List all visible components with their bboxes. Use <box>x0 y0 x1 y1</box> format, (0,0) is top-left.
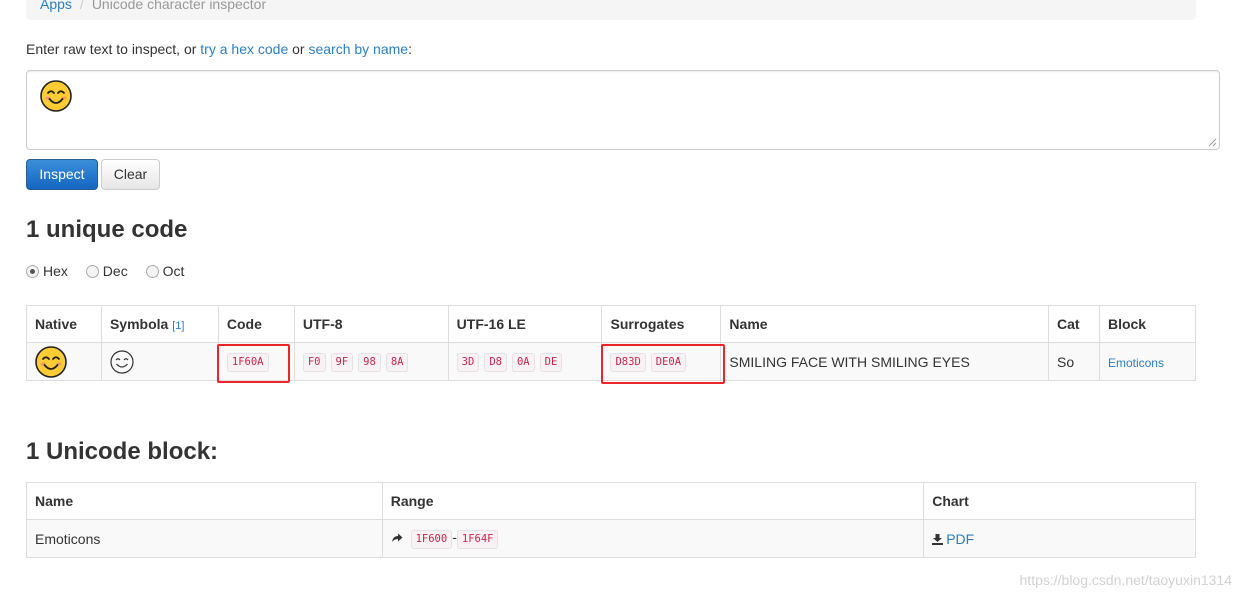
utf8-byte: 8A <box>385 352 409 372</box>
intro-text: Enter raw text to inspect, or try a hex … <box>26 41 412 57</box>
utf16-byte: DE <box>539 352 563 372</box>
col-block: Block <box>1098 305 1197 343</box>
col-code: Code <box>217 305 295 343</box>
utf16-byte: 3D <box>456 352 480 372</box>
col-native: Native <box>26 305 102 343</box>
watermark: https://blog.csdn.net/taoyuxin1314 <box>1019 572 1232 588</box>
radio-unchecked-icon <box>85 265 99 278</box>
utf16-byte: 0A <box>511 352 535 372</box>
search-by-name-link[interactable]: search by name <box>308 41 408 57</box>
chart-cell: PDF <box>923 519 1196 558</box>
codes-table-header: Native Symbola [1] Code UTF-8 UTF-16 LE … <box>26 305 1197 343</box>
radio-hex-label: Hex <box>43 263 68 279</box>
radio-checked-icon <box>26 265 39 278</box>
blocks-table-header: Name Range Chart <box>26 482 1196 520</box>
symbola-footnote-link[interactable]: [1] <box>172 320 184 332</box>
smiling-face-outline-icon <box>110 349 134 374</box>
text-input[interactable] <box>26 70 1220 150</box>
block-link[interactable]: Emoticons <box>1108 356 1164 370</box>
col-cat: Cat <box>1047 305 1100 343</box>
smiling-face-emoji-icon <box>35 345 67 378</box>
intro-suffix: : <box>408 41 412 57</box>
col-symbola: Symbola [1] <box>100 305 219 343</box>
intro-prefix: Enter raw text to inspect, or <box>26 41 201 57</box>
col-range: Range <box>381 482 925 520</box>
breadcrumb-apps-link[interactable]: Apps <box>40 0 72 12</box>
breadcrumb-separator: / <box>79 0 84 12</box>
intro-middle: or <box>288 41 309 57</box>
inspect-button[interactable]: Inspect <box>26 159 98 190</box>
block-cell: Emoticons <box>1098 342 1197 381</box>
radio-oct[interactable]: Oct <box>145 263 185 279</box>
radio-dec[interactable]: Dec <box>85 263 128 279</box>
unicode-blocks-heading: 1 Unicode block: <box>26 438 219 465</box>
highlight-box-surrogates <box>601 344 725 384</box>
col-block-name: Name <box>26 482 383 520</box>
breadcrumb: Apps / Unicode character inspector <box>26 0 1196 20</box>
radio-hex[interactable]: Hex <box>26 263 68 279</box>
download-icon <box>932 533 944 545</box>
pdf-chart-link[interactable]: PDF <box>946 531 974 547</box>
table-row: Emoticons 1F600-1F64F PDF <box>26 519 1196 558</box>
utf8-byte: 98 <box>358 352 381 372</box>
col-surrogates: Surrogates <box>601 305 722 343</box>
char-name: SMILING FACE WITH SMILING EYES <box>720 342 1049 381</box>
hex-code-link[interactable]: try a hex code <box>200 41 288 57</box>
col-name: Name <box>720 305 1049 343</box>
symbola-glyph <box>100 342 219 381</box>
native-glyph <box>26 342 102 381</box>
utf8-byte: 9F <box>330 352 354 372</box>
col-utf8: UTF-8 <box>293 305 449 343</box>
radio-unchecked-icon <box>145 265 159 278</box>
share-arrow-icon[interactable] <box>391 529 407 545</box>
utf8-byte: F0 <box>302 352 326 372</box>
radix-selector: Hex Dec Oct <box>26 263 198 279</box>
block-name: Emoticons <box>26 519 383 558</box>
range-start: 1F600 <box>410 529 453 549</box>
utf8-cell: F0 9F 98 8A <box>293 342 449 381</box>
utf16-byte: D8 <box>484 352 507 372</box>
col-chart: Chart <box>923 482 1196 520</box>
smiling-face-emoji-icon <box>40 80 72 112</box>
col-symbola-label: Symbola <box>109 316 169 332</box>
breadcrumb-current: Unicode character inspector <box>91 0 267 12</box>
utf16-cell: 3D D8 0A DE <box>447 342 603 381</box>
unique-codes-heading: 1 unique code <box>26 216 188 243</box>
blocks-table: Name Range Chart Emoticons 1F600-1F64F P… <box>26 482 1196 558</box>
resize-handle-icon[interactable] <box>1208 138 1217 147</box>
col-utf16: UTF-16 LE <box>447 305 603 343</box>
radio-dec-label: Dec <box>102 263 128 279</box>
range-end: 1F64F <box>456 529 499 549</box>
clear-button[interactable]: Clear <box>101 159 160 190</box>
range-cell: 1F600-1F64F <box>381 519 925 558</box>
highlight-box-code <box>217 344 290 383</box>
char-category: So <box>1047 342 1100 381</box>
radio-oct-label: Oct <box>162 263 185 279</box>
